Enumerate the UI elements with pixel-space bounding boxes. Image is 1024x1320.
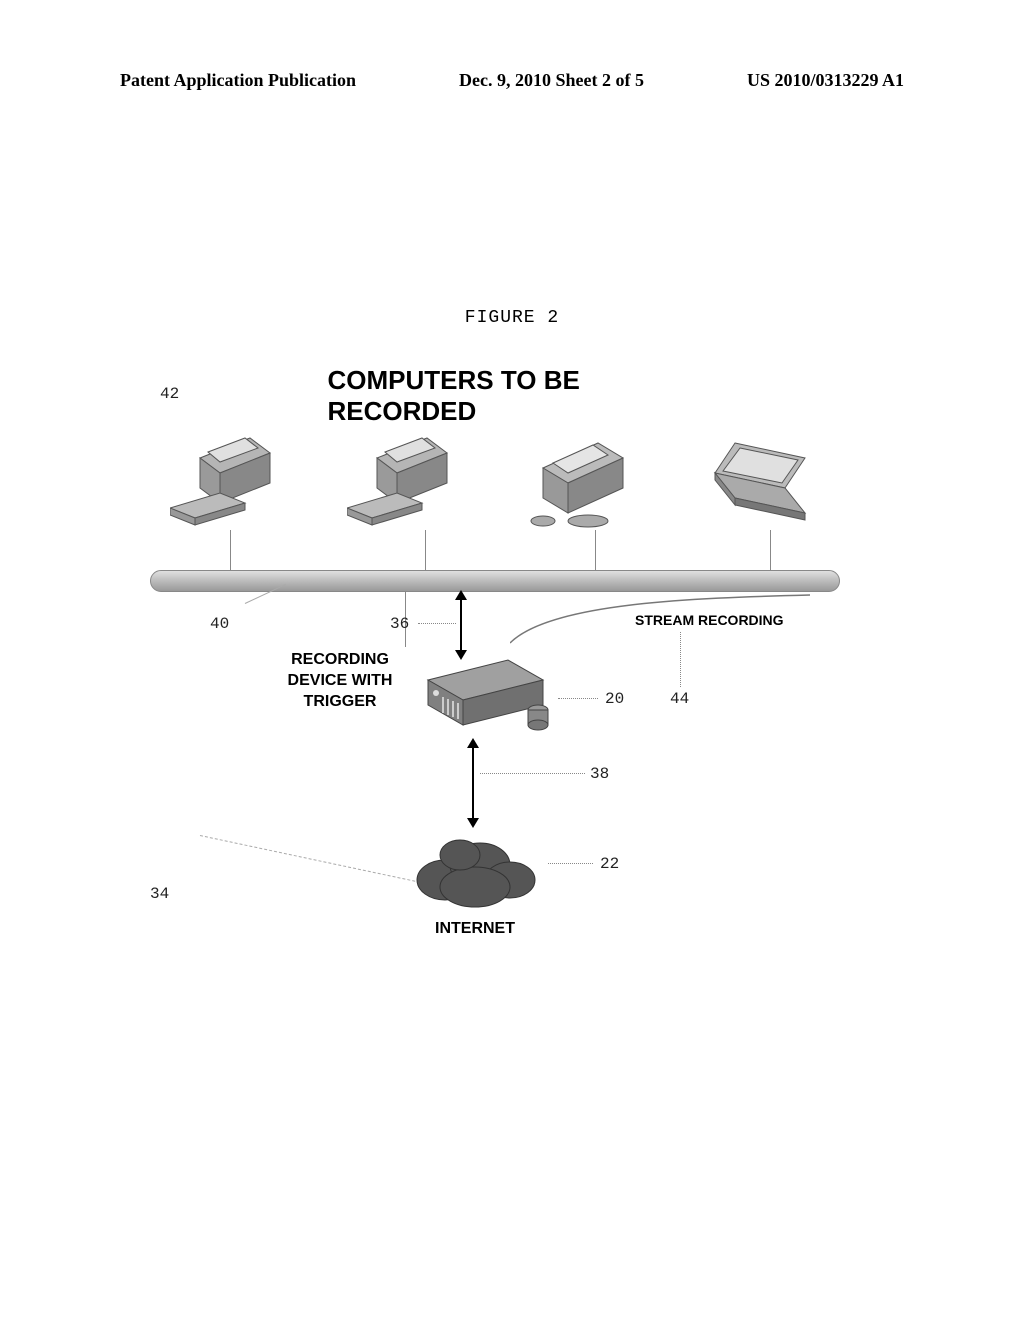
header-left: Patent Application Publication — [120, 70, 356, 91]
ref-40: 40 — [210, 615, 229, 633]
ref-20: 20 — [605, 690, 624, 708]
ref-38: 38 — [590, 765, 609, 783]
laptop-icon — [700, 423, 820, 533]
desktop-computer-icon — [170, 423, 290, 533]
ref-38-leader — [480, 773, 585, 774]
ref-22: 22 — [600, 855, 619, 873]
ref-36-leader — [418, 623, 456, 624]
ref-42: 42 — [160, 385, 179, 403]
drop-lines — [160, 530, 830, 570]
desktop-computer-icon — [347, 423, 467, 533]
monitor-icon — [523, 423, 643, 533]
header-right: US 2010/0313229 A1 — [747, 70, 904, 91]
ref-36: 36 — [390, 615, 409, 633]
ref-22-leader — [548, 863, 593, 864]
ref-44-leader — [680, 632, 681, 687]
ref-20-leader — [558, 698, 598, 699]
header-center: Dec. 9, 2010 Sheet 2 of 5 — [459, 70, 644, 91]
recording-device-label: RECORDING DEVICE WITH TRIGGER — [270, 650, 410, 712]
internet-label: INTERNET — [435, 920, 515, 938]
network-bar-icon — [150, 570, 840, 592]
figure-container: COMPUTERS TO BE RECORDED 42 — [160, 365, 830, 965]
ref-34-leader — [200, 835, 415, 882]
cloud-icon — [410, 825, 545, 910]
page-header: Patent Application Publication Dec. 9, 2… — [0, 70, 1024, 91]
server-device-icon — [418, 655, 558, 735]
ref-44: 44 — [670, 690, 689, 708]
figure-label: FIGURE 2 — [465, 308, 559, 328]
ref-34: 34 — [150, 885, 169, 903]
computers-row — [160, 413, 830, 533]
stream-curve-icon — [510, 593, 820, 648]
